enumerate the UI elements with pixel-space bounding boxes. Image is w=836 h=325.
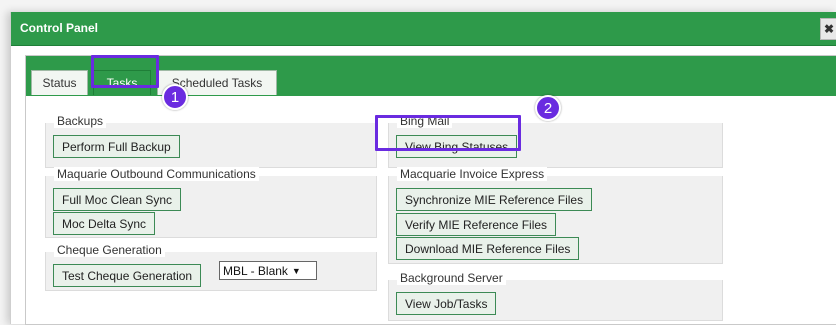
- dropdown-arrow-icon: ▼: [291, 265, 301, 276]
- backups-legend: Backups: [54, 114, 107, 128]
- background-server-section: Background Server View Job/Tasks: [388, 271, 723, 321]
- verify-mie-reference-files-button[interactable]: Verify MIE Reference Files: [396, 213, 557, 236]
- view-bing-statuses-highlight: [375, 115, 521, 151]
- moc-delta-sync-button[interactable]: Moc Delta Sync: [53, 212, 156, 235]
- step-marker-2: 2: [535, 95, 561, 121]
- tab-panel: Status Tasks Scheduled Tasks Backups Per…: [25, 55, 836, 325]
- full-moc-clean-sync-button[interactable]: Full Moc Clean Sync: [53, 188, 182, 211]
- invoice-express-section: Macquarie Invoice Express Synchronize MI…: [388, 167, 723, 264]
- synchronize-mie-reference-files-button[interactable]: Synchronize MIE Reference Files: [396, 188, 593, 211]
- step-marker-1: 1: [162, 84, 188, 110]
- tasks-tab-highlight: [91, 55, 159, 88]
- backups-section: Backups Perform Full Backup: [45, 114, 377, 168]
- outbound-communications-legend: Maquarie Outbound Communications: [54, 167, 259, 181]
- cheque-generation-section: Cheque Generation Test Cheque Generation…: [45, 243, 377, 291]
- outbound-communications-section: Maquarie Outbound Communications Full Mo…: [45, 167, 377, 238]
- title-bar: Control Panel ✖: [11, 12, 836, 46]
- view-job-tasks-button[interactable]: View Job/Tasks: [396, 292, 497, 315]
- cheque-generation-legend: Cheque Generation: [54, 243, 165, 257]
- download-mie-reference-files-button[interactable]: Download MIE Reference Files: [396, 237, 580, 260]
- background-server-legend: Background Server: [397, 271, 506, 285]
- cheque-template-value: MBL - Blank: [223, 263, 288, 278]
- perform-full-backup-button[interactable]: Perform Full Backup: [53, 135, 180, 158]
- invoice-express-legend: Macquarie Invoice Express: [397, 167, 548, 181]
- tab-status[interactable]: Status: [31, 70, 88, 95]
- close-icon[interactable]: ✖: [820, 18, 836, 40]
- window-title: Control Panel: [20, 21, 99, 35]
- cheque-template-select[interactable]: MBL - Blank ▼: [219, 261, 317, 280]
- test-cheque-generation-button[interactable]: Test Cheque Generation: [53, 264, 202, 287]
